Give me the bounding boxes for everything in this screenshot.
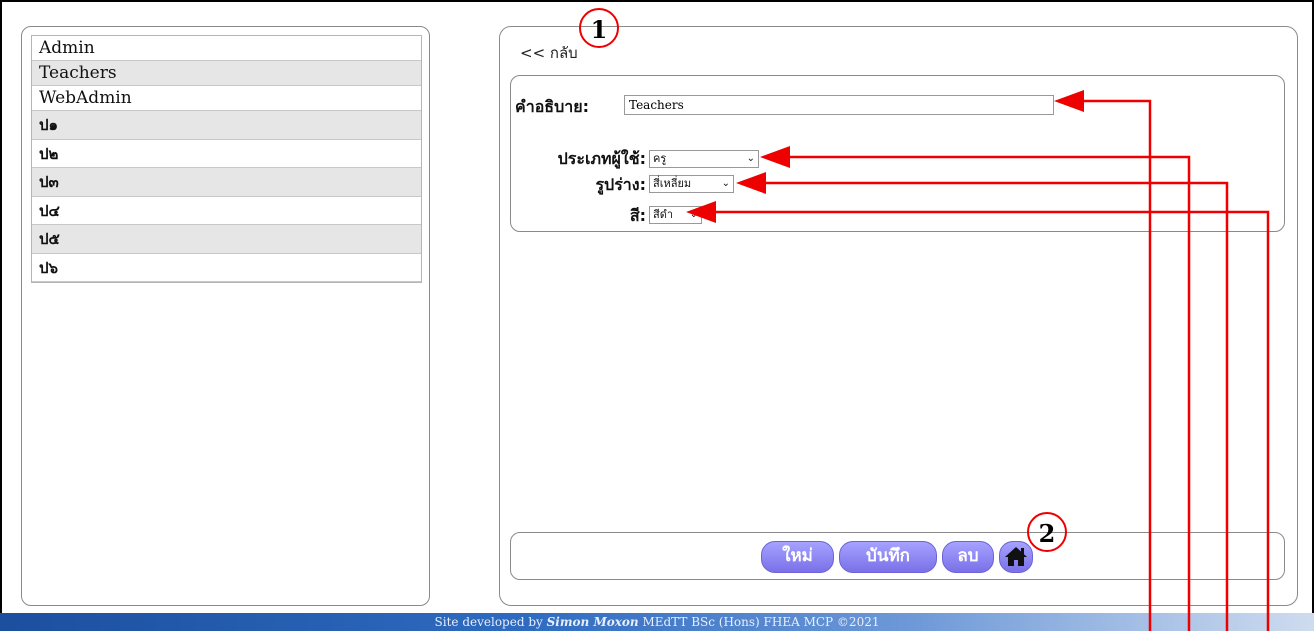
arrow-description (1080, 99, 1152, 631)
arrowhead-shape (736, 172, 766, 194)
arrow-shape (765, 181, 1229, 631)
arrow-user-type (790, 155, 1191, 631)
arrowhead-description (1054, 90, 1084, 112)
arrow-color (710, 210, 1270, 631)
annotation-marker-2: 2 (1027, 512, 1067, 552)
annotation-marker-1: 1 (579, 8, 619, 48)
arrowhead-color (686, 201, 716, 223)
arrowhead-user-type (760, 146, 790, 168)
annotation-arrows (686, 90, 1270, 631)
